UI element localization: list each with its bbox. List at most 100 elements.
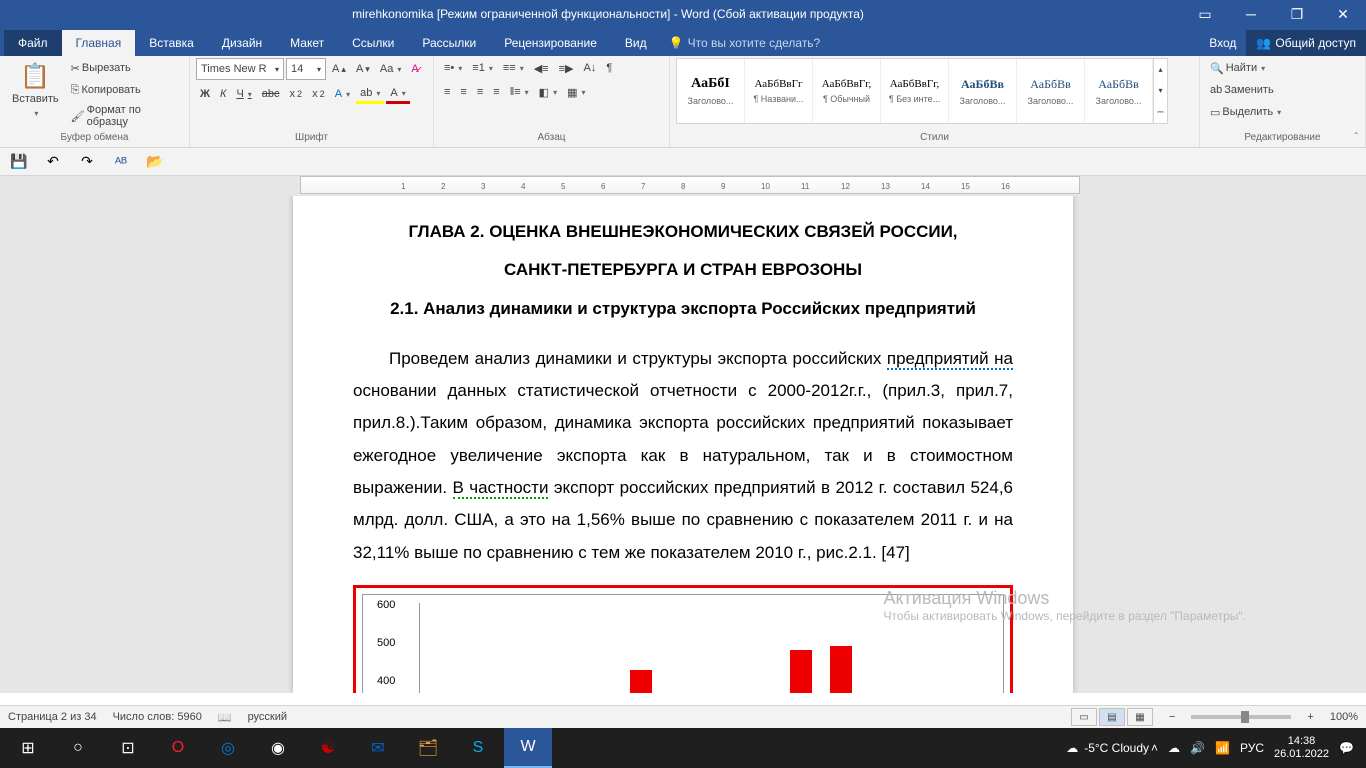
bullets-button[interactable]: ≡•	[440, 58, 466, 78]
status-word-count[interactable]: Число слов: 5960	[113, 711, 202, 723]
tab-design[interactable]: Дизайн	[208, 30, 276, 56]
align-right-button[interactable]: ≡	[473, 82, 487, 102]
grow-font-button[interactable]: A▴	[328, 59, 350, 79]
qat-save[interactable]: 💾	[8, 151, 30, 173]
decrease-indent-button[interactable]: ◀≡	[530, 58, 553, 78]
font-color-button[interactable]: A	[386, 84, 409, 104]
highlight-button[interactable]: ab	[356, 84, 384, 104]
tray-notifications-icon[interactable]: 💬	[1339, 741, 1354, 755]
cut-button[interactable]: ✂Вырезать	[67, 58, 183, 78]
change-case-button[interactable]: Aa	[376, 59, 405, 79]
format-painter-button[interactable]: 🖌Формат по образцу	[67, 102, 183, 130]
text-effects-button[interactable]: A	[331, 84, 354, 104]
replace-button[interactable]: abЗаменить	[1206, 80, 1359, 100]
zoom-level[interactable]: 100%	[1330, 711, 1358, 723]
qat-undo[interactable]: ↶	[42, 151, 64, 173]
align-left-button[interactable]: ≡	[440, 82, 454, 102]
document-area[interactable]: ГЛАВА 2. ОЦЕНКА ВНЕШНЕЭКОНОМИЧЕСКИХ СВЯЗ…	[0, 196, 1366, 693]
qat-open[interactable]: 📂	[144, 151, 166, 173]
taskbar-app-browser[interactable]: ☯	[304, 728, 352, 768]
style-item-6[interactable]: АаБбВвЗаголово...	[1085, 59, 1153, 123]
zoom-in-button[interactable]: +	[1307, 711, 1313, 723]
superscript-button[interactable]: x2	[308, 84, 329, 104]
increase-indent-button[interactable]: ≡▶	[555, 58, 578, 78]
close-button[interactable]: ✕	[1320, 0, 1366, 28]
sign-in-button[interactable]: Вход	[1199, 30, 1246, 56]
tell-me-search[interactable]: 💡 Что вы хотите сделать?	[661, 30, 829, 56]
tray-clock[interactable]: 14:38 26.01.2022	[1274, 735, 1329, 761]
bold-button[interactable]: Ж	[196, 84, 214, 104]
tray-volume-icon[interactable]: 🔊	[1190, 741, 1205, 755]
qat-redo[interactable]: ↷	[76, 151, 98, 173]
sort-button[interactable]: A↓	[580, 58, 601, 78]
start-button[interactable]: ⊞	[4, 728, 52, 768]
tab-insert[interactable]: Вставка	[135, 30, 208, 56]
line-spacing-button[interactable]: ‖≡	[506, 82, 533, 102]
borders-button[interactable]: ▦	[563, 82, 589, 102]
tab-review[interactable]: Рецензирование	[490, 30, 611, 56]
paste-dropdown[interactable]	[32, 107, 38, 119]
style-item-2[interactable]: АаБбВвГг,¶ Обычный	[813, 59, 881, 123]
proofing-icon[interactable]: 📖	[218, 711, 232, 724]
copy-button[interactable]: ⎘Копировать	[67, 80, 183, 100]
zoom-slider[interactable]	[1191, 715, 1291, 719]
taskbar-app-explorer[interactable]: 🗂	[404, 728, 452, 768]
minimize-button[interactable]: ─	[1228, 0, 1274, 28]
taskbar-app-opera[interactable]: O	[154, 728, 202, 768]
qat-spelling[interactable]: ᴬᴮ	[110, 151, 132, 173]
strikethrough-button[interactable]: abc	[258, 84, 284, 104]
taskbar-app-chrome[interactable]: ◉	[254, 728, 302, 768]
find-button[interactable]: 🔍Найти	[1206, 58, 1359, 78]
tray-chevron-up-icon[interactable]: ˄	[1151, 741, 1158, 755]
view-print-layout[interactable]: ▤	[1099, 708, 1125, 726]
zoom-out-button[interactable]: −	[1169, 711, 1175, 723]
vertical-ruler[interactable]	[0, 196, 20, 693]
style-item-1[interactable]: АаБбВвГг¶ Названи...	[745, 59, 813, 123]
taskbar-app-mail[interactable]: ✉	[354, 728, 402, 768]
select-button[interactable]: ▭Выделить	[1206, 102, 1359, 122]
clear-formatting-button[interactable]: A̷	[407, 59, 422, 79]
search-button[interactable]: ○	[54, 728, 102, 768]
font-name-select[interactable]: Times New R▾	[196, 58, 284, 80]
style-item-5[interactable]: АаБбВвЗаголово...	[1017, 59, 1085, 123]
taskbar-weather[interactable]: ☁ -5°C Cloudy	[1066, 741, 1149, 755]
tab-layout[interactable]: Макет	[276, 30, 338, 56]
taskbar-app-word[interactable]: W	[504, 728, 552, 768]
share-button[interactable]: 👥 Общий доступ	[1246, 30, 1366, 56]
font-size-select[interactable]: 14▾	[286, 58, 326, 80]
underline-button[interactable]: Ч	[232, 84, 255, 104]
style-item-3[interactable]: АаБбВвГг,¶ Без инте...	[881, 59, 949, 123]
style-item-0[interactable]: АаБбІЗаголово...	[677, 59, 745, 123]
tray-wifi-icon[interactable]: 📶	[1215, 741, 1230, 755]
horizontal-ruler[interactable]: 123 456 789 101112 131415 16	[300, 176, 1080, 194]
numbering-button[interactable]: ≡1	[468, 58, 497, 78]
tab-mailings[interactable]: Рассылки	[408, 30, 490, 56]
page[interactable]: ГЛАВА 2. ОЦЕНКА ВНЕШНЕЭКОНОМИЧЕСКИХ СВЯЗ…	[293, 196, 1073, 693]
italic-button[interactable]: К	[216, 84, 230, 104]
tray-ime[interactable]: РУС	[1240, 741, 1264, 755]
tab-home[interactable]: Главная	[62, 30, 136, 56]
shrink-font-button[interactable]: A▾	[352, 59, 374, 79]
multilevel-button[interactable]: ≡≡	[499, 58, 528, 78]
show-marks-button[interactable]: ¶	[602, 58, 616, 78]
taskbar-app-edge[interactable]: ◎	[204, 728, 252, 768]
paste-button[interactable]: 📋 Вставить	[6, 58, 65, 123]
status-language[interactable]: русский	[248, 711, 287, 723]
collapse-ribbon-button[interactable]: ˆ	[1351, 130, 1362, 145]
styles-scroll[interactable]: ▴▾⎓	[1153, 59, 1167, 123]
ribbon-display-options[interactable]: ▭	[1182, 0, 1228, 28]
shading-button[interactable]: ◧	[535, 82, 561, 102]
align-center-button[interactable]: ≡	[456, 82, 470, 102]
zoom-thumb[interactable]	[1241, 711, 1249, 723]
tab-references[interactable]: Ссылки	[338, 30, 408, 56]
justify-button[interactable]: ≡	[489, 82, 503, 102]
styles-gallery[interactable]: АаБбІЗаголово... АаБбВвГг¶ Названи... Аа…	[676, 58, 1168, 124]
chart-figure[interactable]: 600 500 400	[353, 585, 1013, 693]
taskbar-app-skype[interactable]: S	[454, 728, 502, 768]
view-web-layout[interactable]: ▦	[1127, 708, 1153, 726]
tab-file[interactable]: Файл	[4, 30, 62, 56]
style-item-4[interactable]: АаБбВвЗаголово...	[949, 59, 1017, 123]
restore-button[interactable]: ❐	[1274, 0, 1320, 28]
view-read-mode[interactable]: ▭	[1071, 708, 1097, 726]
tray-onedrive-icon[interactable]: ☁	[1168, 741, 1180, 755]
